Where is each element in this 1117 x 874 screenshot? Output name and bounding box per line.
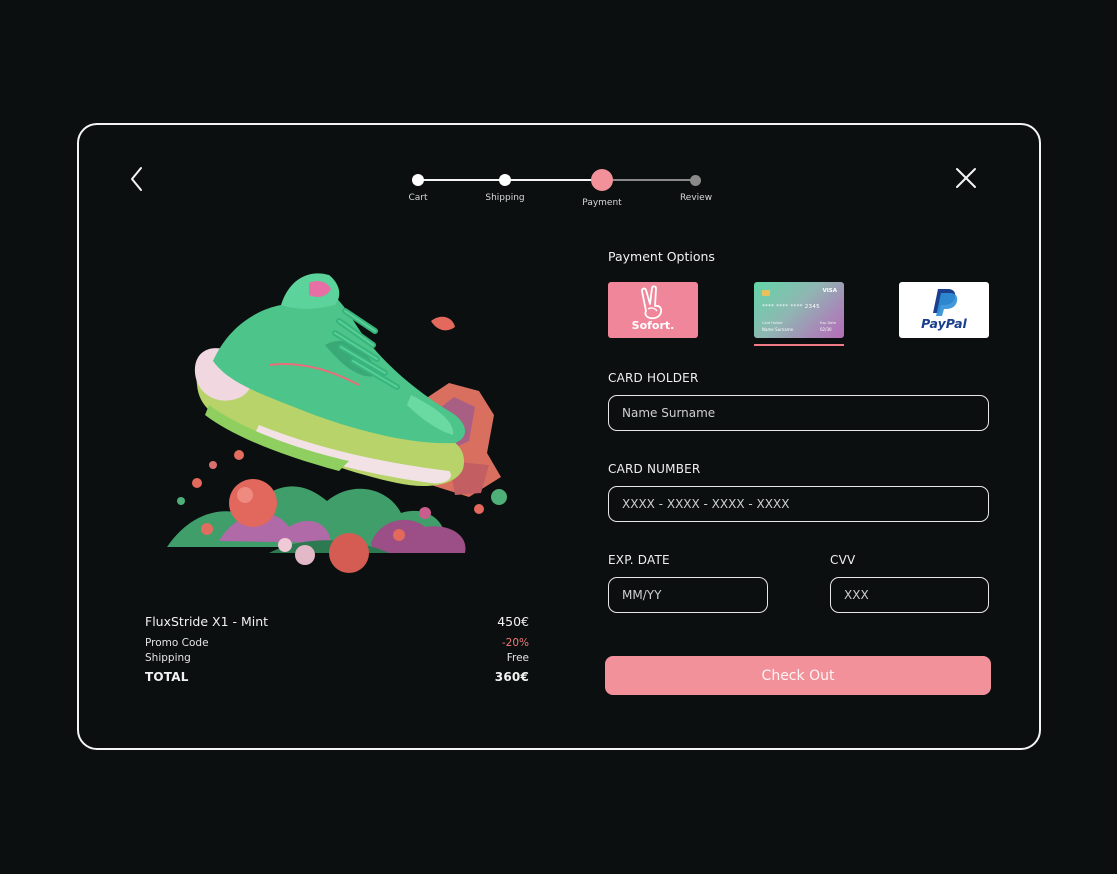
selected-option-indicator bbox=[754, 344, 844, 346]
card-number-input[interactable] bbox=[608, 486, 989, 522]
product-price: 450€ bbox=[497, 614, 529, 629]
card-holder-name: Name Surname bbox=[762, 327, 794, 332]
payment-option-sofort[interactable]: Sofort. bbox=[608, 282, 698, 338]
step-label-review: Review bbox=[679, 193, 713, 203]
close-button[interactable] bbox=[954, 166, 978, 190]
card-holder-input[interactable] bbox=[608, 395, 989, 431]
back-button[interactable] bbox=[127, 165, 149, 193]
card-holder-caption: Card Holder bbox=[762, 321, 783, 325]
cvv-input[interactable] bbox=[830, 577, 989, 613]
product-image bbox=[149, 265, 529, 580]
card-exp-value: 02/30 bbox=[820, 327, 832, 332]
close-icon bbox=[956, 168, 976, 188]
step-dot-payment[interactable] bbox=[591, 169, 613, 191]
total-value: 360€ bbox=[494, 670, 529, 684]
checkout-button[interactable]: Check Out bbox=[605, 656, 991, 695]
promo-code-label: Promo Code bbox=[145, 637, 209, 649]
card-brand: VISA bbox=[822, 288, 837, 294]
sofort-logo-text: Sofort. bbox=[631, 319, 675, 332]
card-holder-label: CARD HOLDER bbox=[608, 371, 699, 385]
cvv-label: CVV bbox=[830, 553, 856, 567]
exp-date-input[interactable] bbox=[608, 577, 768, 613]
product-name: FluxStride X1 - Mint bbox=[145, 614, 269, 629]
step-label-cart: Cart bbox=[408, 193, 428, 203]
total-label: TOTAL bbox=[145, 670, 189, 684]
shipping-label: Shipping bbox=[145, 652, 191, 664]
step-label-payment: Payment bbox=[582, 198, 622, 208]
payment-options-title: Payment Options bbox=[608, 249, 715, 264]
step-dot-shipping[interactable] bbox=[499, 174, 511, 186]
payment-option-paypal[interactable]: PayPal bbox=[899, 282, 989, 338]
card-number-hint: **** **** **** 2345 bbox=[762, 304, 820, 310]
card-exp-caption: Exp Date bbox=[820, 321, 836, 325]
promo-code-value: -20% bbox=[501, 637, 529, 649]
step-dot-review[interactable] bbox=[690, 175, 701, 186]
step-dot-cart[interactable] bbox=[412, 174, 424, 186]
stepper-line-pending bbox=[602, 179, 696, 181]
checkout-modal: Cart Shipping Payment Review FluxStride … bbox=[77, 123, 1041, 750]
checkout-stepper: Cart Shipping Payment Review bbox=[399, 163, 719, 211]
shipping-value: Free bbox=[506, 652, 529, 664]
card-chip-icon bbox=[762, 290, 770, 296]
payment-option-card[interactable]: VISA **** **** **** 2345 Card Holder Nam… bbox=[754, 282, 844, 338]
paypal-logo-text: PayPal bbox=[921, 316, 967, 331]
order-summary: FluxStride X1 - Mint 450€ Promo Code -20… bbox=[145, 614, 529, 684]
step-label-shipping: Shipping bbox=[485, 193, 525, 203]
chevron-left-icon bbox=[131, 167, 142, 191]
exp-date-label: EXP. DATE bbox=[608, 553, 670, 567]
card-number-label: CARD NUMBER bbox=[608, 462, 701, 476]
